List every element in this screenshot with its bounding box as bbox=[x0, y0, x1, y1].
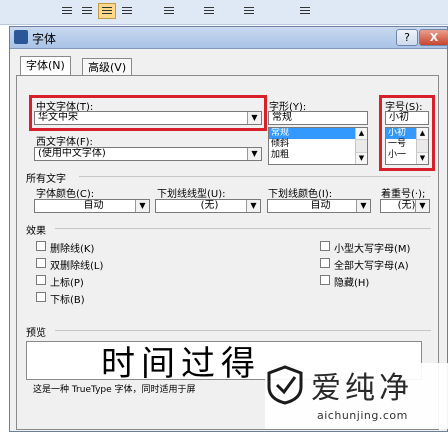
section-divider bbox=[55, 330, 431, 331]
all-caps-label: 全部大写字母(A) bbox=[334, 261, 409, 272]
subscript-label: 下标(B) bbox=[50, 295, 85, 306]
style-gallery-icon[interactable] bbox=[296, 3, 314, 19]
brand-url: aichunjing.com bbox=[317, 409, 408, 422]
subscript-checkbox[interactable] bbox=[36, 292, 46, 302]
west-font-label: 西文字体(F): bbox=[36, 137, 93, 148]
dialog-title: 字体 bbox=[32, 32, 57, 46]
close-button[interactable]: X bbox=[419, 29, 448, 46]
underline-color-label: 下划线颜色(I): bbox=[268, 189, 333, 200]
align-right-icon[interactable] bbox=[118, 3, 136, 19]
superscript-label: 上标(P) bbox=[50, 278, 84, 289]
chevron-down-icon[interactable]: ▼ bbox=[135, 200, 149, 212]
font-color-value: 自动 bbox=[83, 200, 104, 211]
underline-color-combo[interactable]: 自动 ▼ bbox=[267, 199, 371, 213]
dialog-titlebar[interactable]: 字体 ? X bbox=[10, 27, 448, 49]
strikethrough-checkbox[interactable] bbox=[36, 241, 46, 251]
brand-name: 爱纯净 bbox=[311, 371, 413, 406]
scroll-down-icon[interactable]: ▼ bbox=[356, 152, 367, 164]
align-justify-icon[interactable] bbox=[58, 3, 76, 19]
strikethrough-label: 删除线(K) bbox=[50, 244, 95, 255]
style-value: 常规 bbox=[272, 112, 292, 123]
style-input[interactable]: 常规 bbox=[268, 111, 368, 125]
hidden-label: 隐藏(H) bbox=[334, 278, 370, 289]
chevron-down-icon[interactable]: ▼ bbox=[356, 200, 370, 212]
effects-section-label: 效果 bbox=[26, 226, 46, 237]
preview-section-label: 预览 bbox=[26, 328, 46, 339]
small-caps-label: 小型大写字母(M) bbox=[334, 244, 411, 255]
chevron-down-icon[interactable]: ▼ bbox=[415, 200, 429, 212]
emphasis-label: 着重号(·); bbox=[381, 189, 426, 200]
align-center-icon[interactable] bbox=[98, 3, 116, 19]
emphasis-value: (无) bbox=[397, 200, 416, 211]
west-font-combo[interactable]: (使用中文字体) ▼ bbox=[34, 147, 262, 161]
watermark: 爱纯净 aichunjing.com bbox=[265, 363, 448, 429]
all-text-section-label: 所有文字 bbox=[26, 174, 66, 185]
highlight-size bbox=[379, 95, 435, 171]
section-divider bbox=[55, 228, 431, 229]
chevron-down-icon[interactable]: ▼ bbox=[246, 200, 260, 212]
background-toolbar bbox=[0, 0, 448, 25]
double-strikethrough-checkbox[interactable] bbox=[36, 258, 46, 268]
list-item[interactable]: 倾斜 bbox=[269, 139, 367, 150]
app-icon bbox=[14, 30, 28, 44]
underline-label: 下划线线型(U): bbox=[157, 189, 226, 200]
line-spacing-icon[interactable] bbox=[160, 3, 178, 19]
borders-icon[interactable] bbox=[240, 3, 258, 19]
superscript-checkbox[interactable] bbox=[36, 275, 46, 285]
shading-icon[interactable] bbox=[200, 3, 218, 19]
align-left-icon[interactable] bbox=[78, 3, 96, 19]
list-item[interactable]: 加粗 bbox=[269, 150, 367, 161]
style-list-scrollbar[interactable]: ▲ ▼ bbox=[355, 128, 367, 164]
hidden-checkbox[interactable] bbox=[320, 275, 330, 285]
small-caps-checkbox[interactable] bbox=[320, 241, 330, 251]
underline-color-value: 自动 bbox=[310, 200, 331, 211]
underline-value: (无) bbox=[200, 200, 219, 211]
list-item[interactable]: 常规 bbox=[269, 128, 367, 139]
font-color-label: 字体颜色(C): bbox=[36, 189, 95, 200]
preview-note: 这是一种 TrueType 字体，同时适用于屏 bbox=[33, 385, 196, 395]
west-font-value: (使用中文字体) bbox=[38, 148, 106, 159]
brand-logo-icon bbox=[267, 365, 303, 405]
preview-sample-text: 时间过得 bbox=[101, 344, 261, 380]
section-divider bbox=[79, 176, 431, 177]
all-caps-checkbox[interactable] bbox=[320, 258, 330, 268]
scroll-up-icon[interactable]: ▲ bbox=[356, 128, 367, 140]
underline-combo[interactable]: (无) ▼ bbox=[155, 199, 261, 213]
emphasis-combo[interactable]: (无) ▼ bbox=[380, 199, 430, 213]
highlight-cn-font bbox=[29, 95, 267, 131]
style-list[interactable]: 常规 倾斜 加粗 ▲ ▼ bbox=[268, 127, 368, 165]
chevron-down-icon[interactable]: ▼ bbox=[247, 148, 261, 160]
font-color-combo[interactable]: 自动 ▼ bbox=[34, 199, 150, 213]
double-strikethrough-label: 双删除线(L) bbox=[50, 261, 104, 272]
help-button[interactable]: ? bbox=[396, 29, 418, 46]
